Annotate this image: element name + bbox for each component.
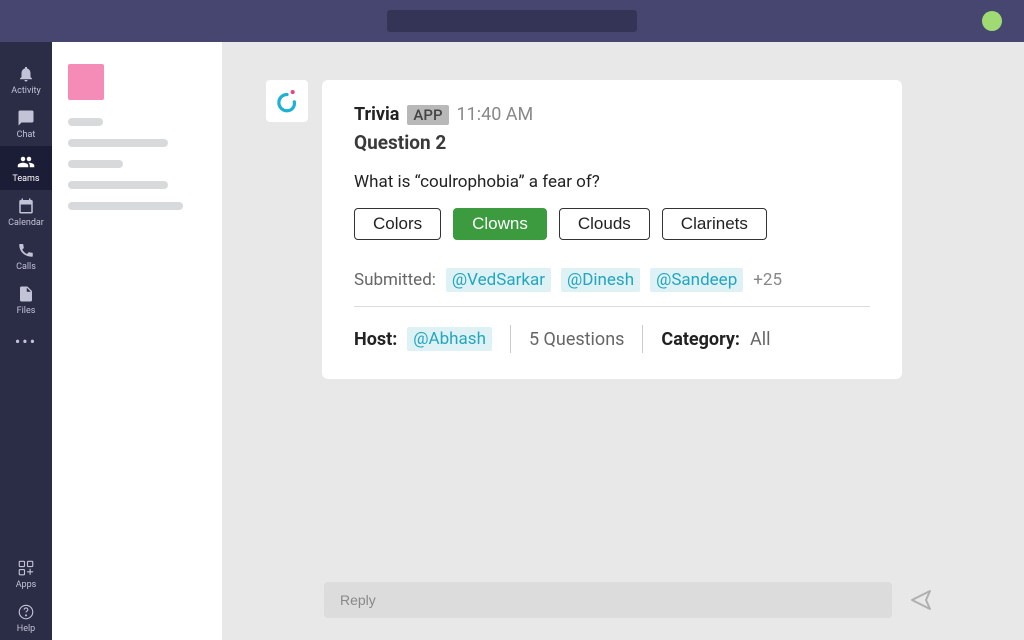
submitted-row: Submitted: @VedSarkar @Dinesh @Sandeep +… [354,268,870,307]
category-item: Category: All [661,329,770,350]
nav-label: Activity [11,86,40,96]
nav-label: Teams [12,174,39,184]
submitted-label: Submitted: [354,270,436,290]
nav-label: Calendar [8,218,44,228]
question-count: 5 Questions [529,329,624,350]
trivia-card: Trivia APP 11:40 AM Question 2 What is “… [322,80,902,379]
phone-icon [17,241,35,259]
file-icon [17,285,35,303]
question-title: Question 2 [354,131,870,154]
option-2[interactable]: Clouds [559,208,650,240]
nav-label: Help [17,624,35,634]
app-badge: APP [407,105,448,125]
nav-calendar[interactable]: Calendar [0,190,52,234]
nav-calls[interactable]: Calls [0,234,52,278]
message: Trivia APP 11:40 AM Question 2 What is “… [266,80,964,379]
category-label: Category: [661,329,740,350]
nav-teams[interactable]: Teams [0,146,52,190]
host-mention[interactable]: @Abhash [407,327,492,351]
reply-row [324,582,934,618]
nav-rail: Activity Chat Teams Calendar [0,42,52,640]
host-item: Host: @Abhash [354,327,492,351]
card-header: Trivia APP 11:40 AM [354,104,870,125]
host-label: Host: [354,329,397,350]
list-placeholder [68,160,123,168]
option-1[interactable]: Clowns [453,208,547,240]
trivia-app-avatar[interactable] [266,80,308,122]
send-button[interactable] [908,587,934,613]
category-value: All [750,329,771,350]
submitted-more: +25 [753,270,782,290]
option-3[interactable]: Clarinets [662,208,767,240]
nav-help[interactable]: Help [0,596,52,640]
nav-label: Apps [16,580,37,590]
list-placeholder [68,181,168,189]
chat-icon [17,109,35,127]
question-text: What is “coulrophobia” a fear of? [354,172,870,192]
reply-input[interactable] [324,582,892,618]
separator [510,325,511,353]
channel-list [52,42,222,640]
user-mention[interactable]: @Dinesh [561,268,640,292]
app-name: Trivia [354,104,399,125]
presence-indicator[interactable] [982,11,1002,31]
list-placeholder [68,139,168,147]
timestamp: 11:40 AM [457,104,534,125]
nav-chat[interactable]: Chat [0,102,52,146]
nav-more[interactable]: ••• [15,322,37,361]
nav-activity[interactable]: Activity [0,58,52,102]
nav-label: Files [17,306,36,316]
option-0[interactable]: Colors [354,208,441,240]
teams-icon [17,153,35,171]
user-mention[interactable]: @VedSarkar [446,268,551,292]
nav-files[interactable]: Files [0,278,52,322]
bell-icon [17,65,35,83]
meta-row: Host: @Abhash 5 Questions Category: All [354,325,870,353]
team-avatar[interactable] [68,64,104,100]
help-icon [17,603,35,621]
user-mention[interactable]: @Sandeep [650,268,743,292]
search-bar[interactable] [387,10,637,32]
answer-options: Colors Clowns Clouds Clarinets [354,208,870,240]
list-placeholder [68,118,103,126]
top-bar [0,0,1024,42]
chat-main: Trivia APP 11:40 AM Question 2 What is “… [222,42,1024,640]
nav-label: Calls [16,262,36,272]
list-placeholder [68,202,183,210]
separator [642,325,643,353]
nav-apps[interactable]: Apps [0,552,52,596]
apps-icon [17,559,35,577]
calendar-icon [17,197,35,215]
nav-label: Chat [17,130,36,140]
